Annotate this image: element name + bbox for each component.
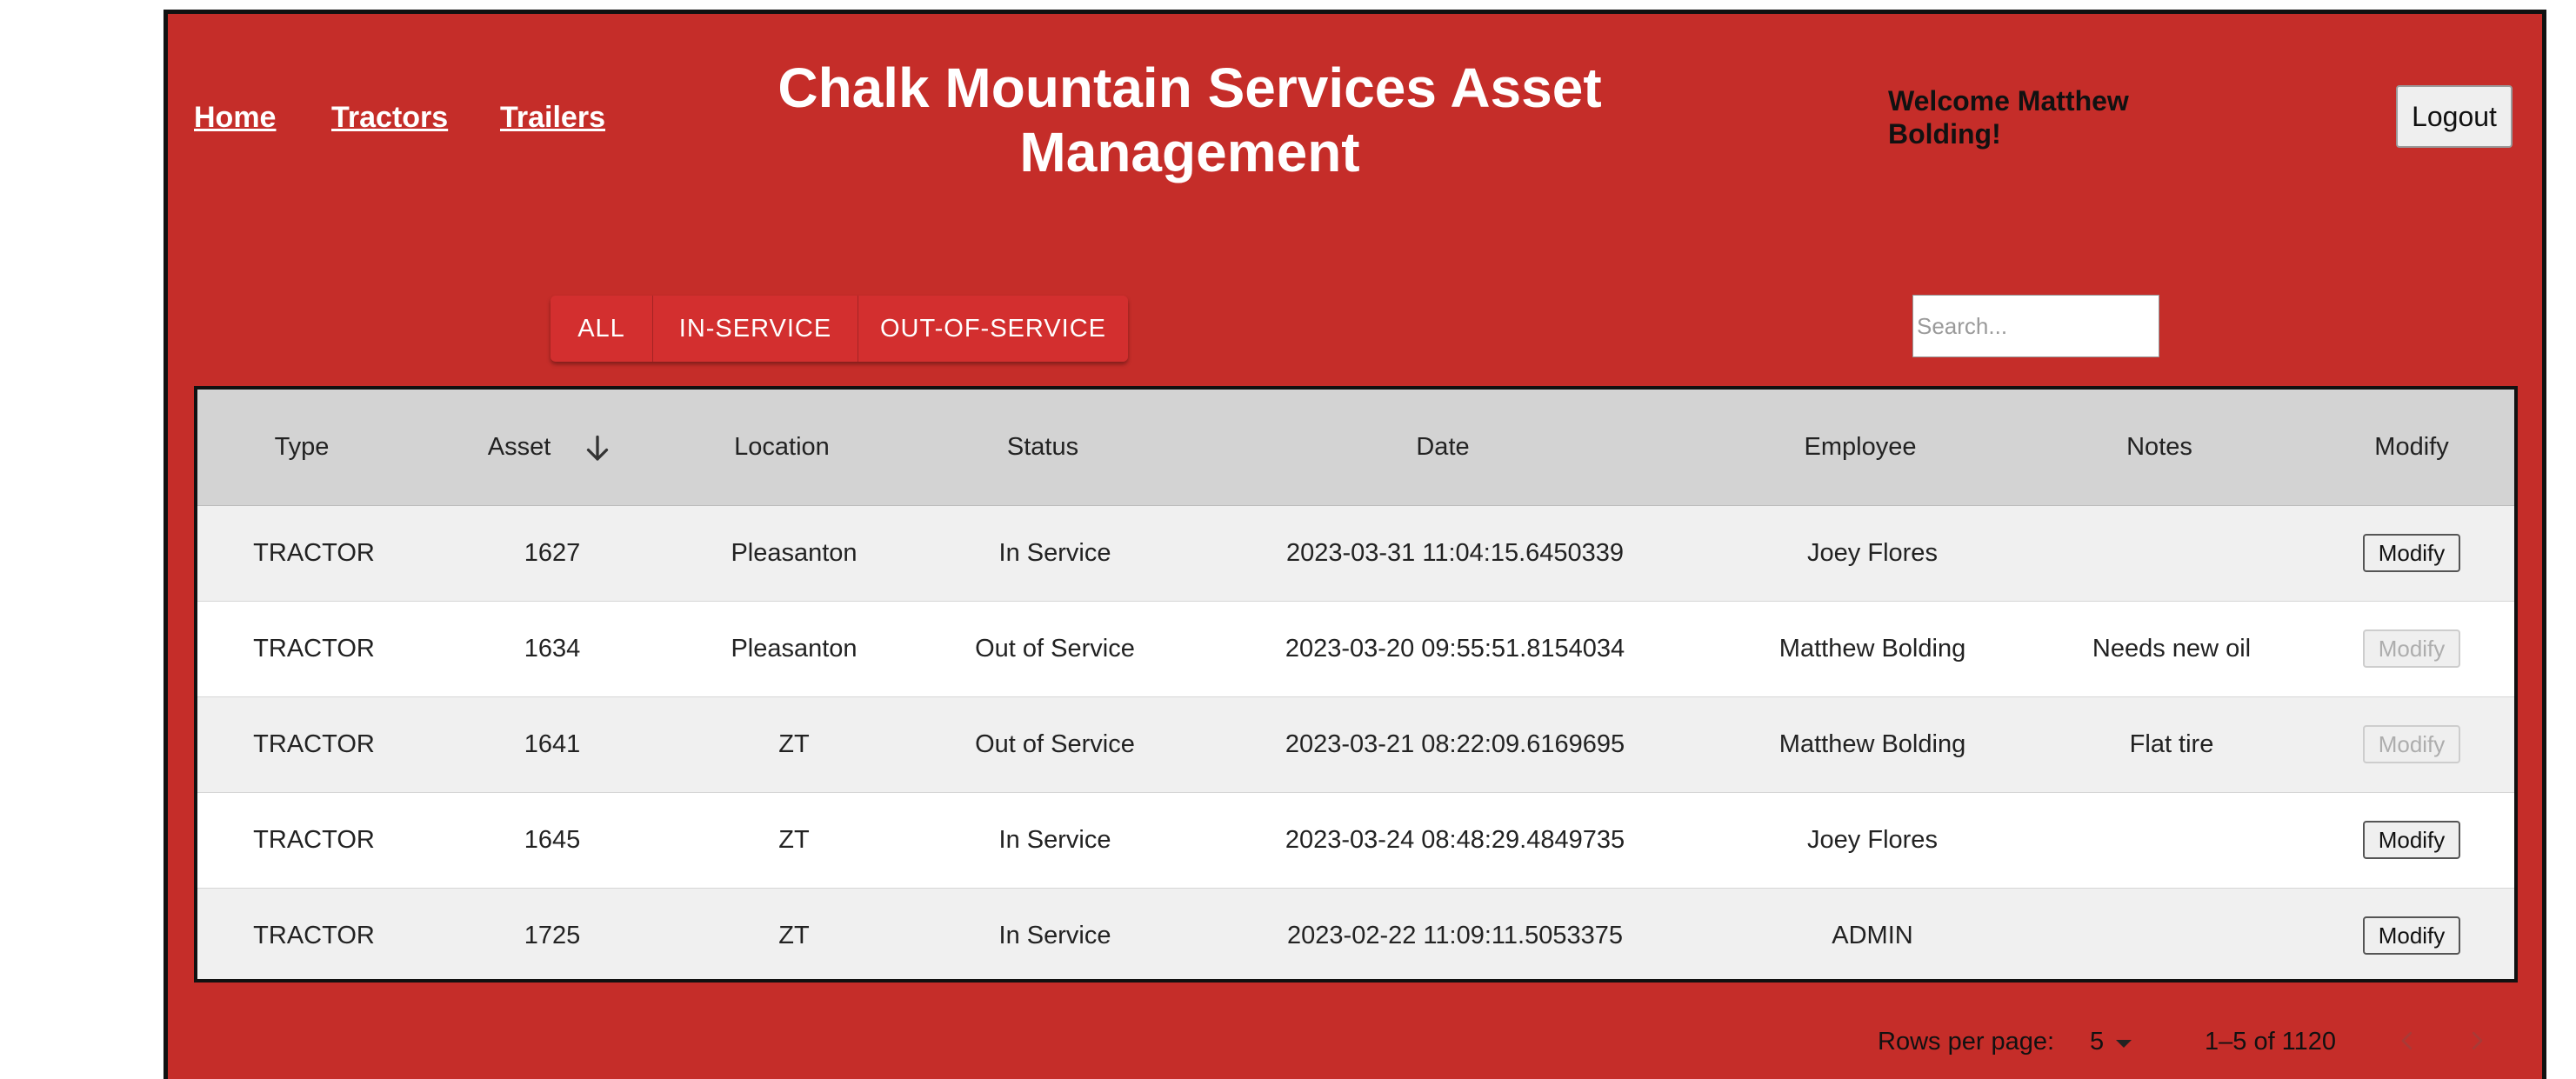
cell-asset: 1634 <box>524 635 581 663</box>
search-input[interactable] <box>1912 295 2159 357</box>
cell-type: TRACTOR <box>253 922 375 949</box>
cell-asset: 1645 <box>524 826 581 854</box>
chevron-left-icon[interactable] <box>2394 1026 2420 1056</box>
table-pagination: Rows per page: 5 1–5 of 1120 <box>168 1022 2542 1066</box>
modify-button[interactable]: Modify <box>2363 916 2460 955</box>
cell-employee: Joey Flores <box>1807 826 1938 854</box>
column-header-asset[interactable]: Asset <box>488 433 551 462</box>
cell-location: ZT <box>778 922 810 949</box>
cell-status: Out of Service <box>975 730 1135 758</box>
column-header-notes[interactable]: Notes <box>2126 433 2192 462</box>
table-row[interactable]: TRACTOR 1634 Pleasanton Out of Service 2… <box>197 602 2514 697</box>
cell-location: ZT <box>778 826 810 854</box>
arrow-down-icon[interactable] <box>582 431 613 466</box>
cell-date: 2023-03-21 08:22:09.6169695 <box>1285 730 1625 758</box>
nav-home-link[interactable]: Home <box>194 101 276 135</box>
cell-location: Pleasanton <box>731 635 858 663</box>
column-header-status[interactable]: Status <box>1007 433 1078 462</box>
cell-type: TRACTOR <box>253 826 375 854</box>
table-row[interactable]: TRACTOR 1645 ZT In Service 2023-03-24 08… <box>197 793 2514 889</box>
assets-table: Type Asset Location Status Date Employee… <box>194 386 2518 982</box>
modify-button: Modify <box>2363 629 2460 668</box>
column-header-type[interactable]: Type <box>275 433 330 462</box>
cell-employee: Joey Flores <box>1807 539 1938 567</box>
table-row[interactable]: TRACTOR 1725 ZT In Service 2023-02-22 11… <box>197 889 2514 979</box>
cell-notes: Needs new oil <box>2092 635 2252 663</box>
chevron-right-icon[interactable] <box>2464 1026 2490 1056</box>
cell-date: 2023-03-20 09:55:51.8154034 <box>1285 635 1625 663</box>
nav-trailers-link[interactable]: Trailers <box>500 101 605 135</box>
filter-all-button[interactable]: ALL <box>551 296 653 362</box>
cell-employee: Matthew Bolding <box>1779 730 1966 758</box>
cell-status: Out of Service <box>975 635 1135 663</box>
cell-location: ZT <box>778 730 810 758</box>
table-header-row: Type Asset Location Status Date Employee… <box>197 390 2514 506</box>
modify-button[interactable]: Modify <box>2363 534 2460 572</box>
cell-notes: Flat tire <box>2129 730 2214 758</box>
cell-type: TRACTOR <box>253 539 375 567</box>
nav-tractors-link[interactable]: Tractors <box>331 101 448 135</box>
pagination-range: 1–5 of 1120 <box>2205 1028 2337 1056</box>
cell-type: TRACTOR <box>253 730 375 758</box>
rows-per-page-value: 5 <box>2090 1028 2105 1056</box>
table-row[interactable]: TRACTOR 1641 ZT Out of Service 2023-03-2… <box>197 697 2514 793</box>
cell-asset: 1627 <box>524 539 581 567</box>
table-row[interactable]: TRACTOR 1627 Pleasanton In Service 2023-… <box>197 506 2514 602</box>
cell-type: TRACTOR <box>253 635 375 663</box>
column-header-date[interactable]: Date <box>1416 433 1469 462</box>
filter-out-of-service-button[interactable]: OUT-OF-SERVICE <box>858 296 1128 362</box>
dropdown-caret-icon <box>2116 1040 2132 1048</box>
cell-asset: 1725 <box>524 922 581 949</box>
cell-status: In Service <box>998 922 1111 949</box>
logout-button[interactable]: Logout <box>2396 85 2513 148</box>
app-panel: Home Tractors Trailers Chalk Mountain Se… <box>164 10 2546 1079</box>
filter-in-service-button[interactable]: IN-SERVICE <box>653 296 858 362</box>
cell-location: Pleasanton <box>731 539 858 567</box>
rows-per-page-select[interactable]: 5 <box>2090 1022 2151 1062</box>
cell-status: In Service <box>998 539 1111 567</box>
column-header-modify: Modify <box>2374 433 2449 461</box>
status-filter-group: ALL IN-SERVICE OUT-OF-SERVICE <box>551 296 1128 362</box>
page-title: Chalk Mountain Services Asset Management <box>777 57 1602 183</box>
cell-date: 2023-02-22 11:09:11.5053375 <box>1287 922 1623 949</box>
cell-status: In Service <box>998 826 1111 854</box>
rows-per-page-label: Rows per page: <box>1878 1028 2055 1056</box>
cell-date: 2023-03-31 11:04:15.6450339 <box>1285 539 1625 567</box>
column-header-employee[interactable]: Employee <box>1805 433 1917 462</box>
cell-employee: ADMIN <box>1832 922 1913 949</box>
modify-button[interactable]: Modify <box>2363 821 2460 859</box>
cell-date: 2023-03-24 08:48:29.4849735 <box>1285 826 1625 854</box>
welcome-message: Welcome Matthew Bolding! <box>1888 85 2129 150</box>
modify-button: Modify <box>2363 725 2460 763</box>
cell-asset: 1641 <box>524 730 581 758</box>
cell-employee: Matthew Bolding <box>1779 635 1966 663</box>
column-header-location[interactable]: Location <box>734 433 830 462</box>
